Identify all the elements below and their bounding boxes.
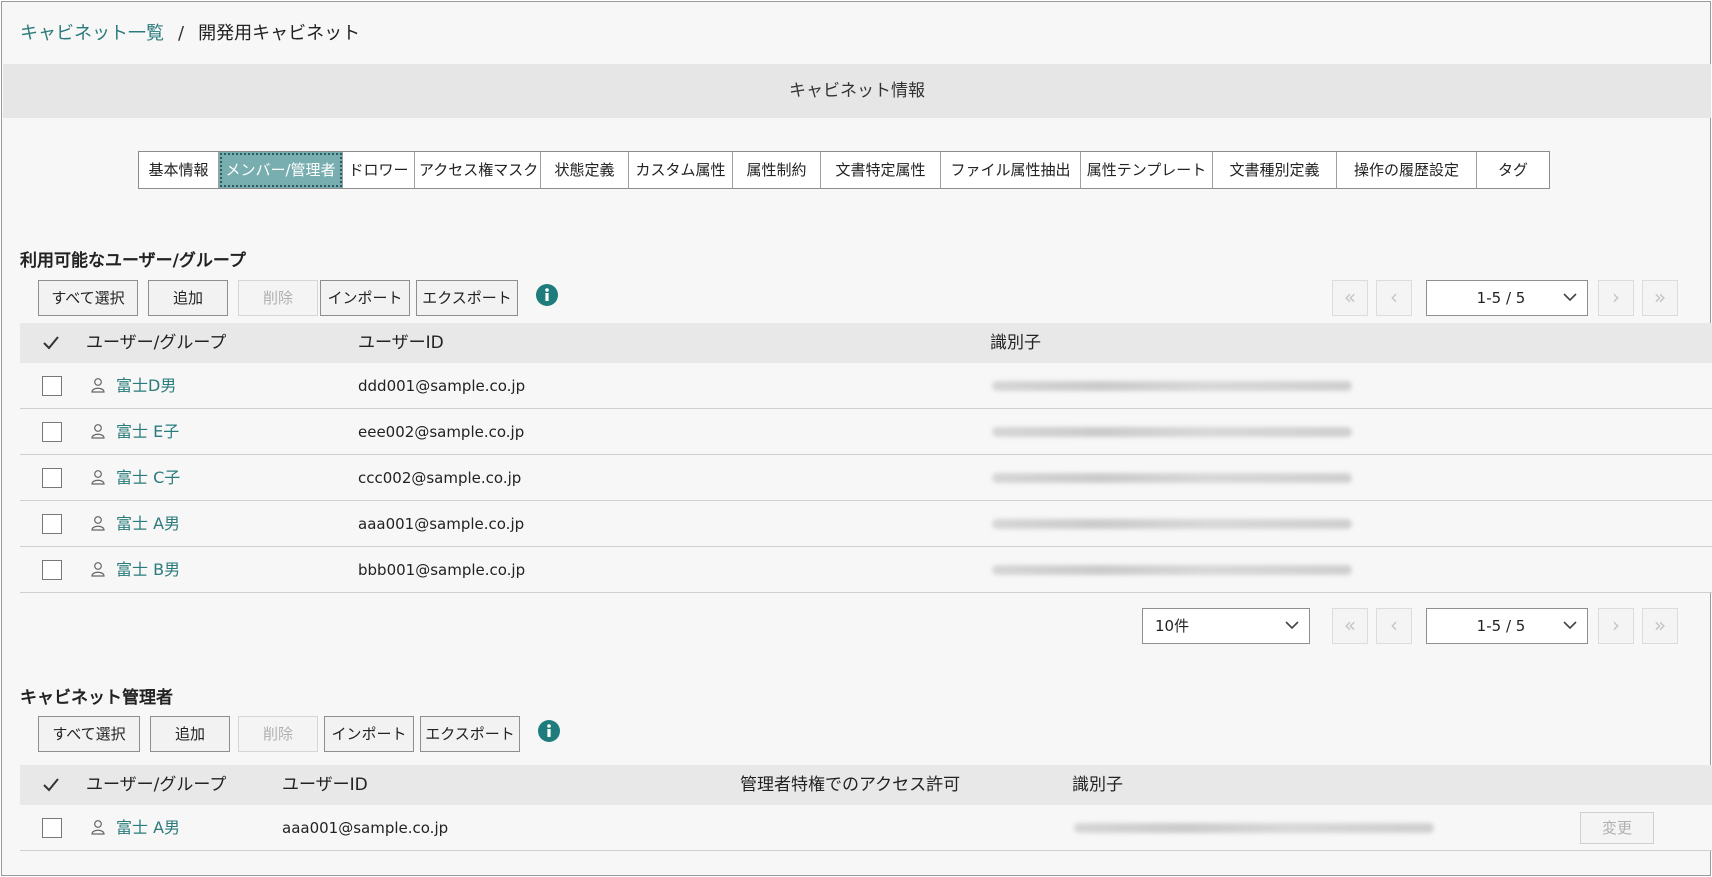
pager-next-button[interactable]: › bbox=[1598, 280, 1634, 316]
checkmark-icon[interactable] bbox=[42, 335, 60, 351]
chevron-down-icon bbox=[1563, 293, 1577, 302]
export-button[interactable]: エクスポート bbox=[416, 280, 518, 316]
page-size-value: 10件 bbox=[1155, 617, 1190, 635]
identifier-redacted bbox=[992, 565, 1352, 575]
row-checkbox[interactable] bbox=[42, 376, 62, 396]
user-name-link[interactable]: 富士 A男 bbox=[116, 805, 180, 851]
tab-bar: 基本情報 メンバー/管理者 ドロワー アクセス権マスク 状態定義 カスタム属性 … bbox=[138, 151, 1550, 189]
select-all-button[interactable]: すべて選択 bbox=[38, 280, 138, 316]
pager-first-button[interactable]: « bbox=[1332, 608, 1368, 644]
person-icon bbox=[91, 516, 105, 531]
table-row[interactable]: 富士 C子 ccc002@sample.co.jp bbox=[20, 455, 1712, 501]
user-id: ccc002@sample.co.jp bbox=[358, 469, 522, 487]
pager-first-button[interactable]: « bbox=[1332, 280, 1368, 316]
user-id: aaa001@sample.co.jp bbox=[358, 515, 525, 533]
column-identifier: 識別子 bbox=[990, 333, 1041, 353]
breadcrumb-separator: / bbox=[178, 23, 185, 44]
user-name-link[interactable]: 富士 B男 bbox=[116, 547, 180, 593]
breadcrumb: キャビネット一覧 / 開発用キャビネット bbox=[20, 22, 360, 46]
tab-file-attribute-extraction[interactable]: ファイル属性抽出 bbox=[941, 152, 1081, 188]
pager-prev-button[interactable]: ‹ bbox=[1376, 280, 1412, 316]
tab-members-managers[interactable]: メンバー/管理者 bbox=[219, 152, 343, 188]
column-user-id: ユーザーID bbox=[282, 775, 368, 795]
row-checkbox[interactable] bbox=[42, 818, 62, 838]
identifier-redacted bbox=[992, 427, 1352, 437]
tab-access-mask[interactable]: アクセス権マスク bbox=[415, 152, 541, 188]
chevron-down-icon bbox=[1285, 621, 1299, 630]
column-admin-privilege: 管理者特権でのアクセス許可 bbox=[740, 775, 961, 795]
chevron-down-icon bbox=[1563, 621, 1577, 630]
identifier-redacted bbox=[992, 381, 1352, 391]
person-icon bbox=[91, 820, 105, 835]
person-icon bbox=[91, 470, 105, 485]
cabinet-managers-table: ユーザー/グループ ユーザーID 管理者特権でのアクセス許可 識別子 富士 A男… bbox=[20, 765, 1712, 851]
tab-attribute-constraints[interactable]: 属性制約 bbox=[733, 152, 821, 188]
manager-export-button[interactable]: エクスポート bbox=[420, 716, 520, 752]
user-id: aaa001@sample.co.jp bbox=[282, 819, 449, 837]
pager-range-select[interactable]: 1-5 / 5 bbox=[1426, 608, 1588, 644]
table-header: ユーザー/グループ ユーザーID 識別子 bbox=[20, 323, 1712, 363]
pager-last-button[interactable]: » bbox=[1642, 608, 1678, 644]
breadcrumb-current: 開発用キャビネット bbox=[198, 23, 361, 44]
pager-prev-button[interactable]: ‹ bbox=[1376, 608, 1412, 644]
pager-range-select[interactable]: 1-5 / 5 bbox=[1426, 280, 1588, 316]
tab-tags[interactable]: タグ bbox=[1477, 152, 1549, 188]
pager-next-button[interactable]: › bbox=[1598, 608, 1634, 644]
available-users-table: ユーザー/グループ ユーザーID 識別子 富士D男 ddd001@sample.… bbox=[20, 323, 1712, 593]
change-button[interactable]: 変更 bbox=[1580, 812, 1654, 844]
person-icon bbox=[91, 562, 105, 577]
user-id: bbb001@sample.co.jp bbox=[358, 561, 526, 579]
identifier-redacted bbox=[992, 473, 1352, 483]
user-id: eee002@sample.co.jp bbox=[358, 423, 525, 441]
tab-document-type-definition[interactable]: 文書種別定義 bbox=[1213, 152, 1337, 188]
breadcrumb-cabinet-list[interactable]: キャビネット一覧 bbox=[20, 22, 164, 46]
table-row[interactable]: 富士D男 ddd001@sample.co.jp bbox=[20, 363, 1712, 409]
delete-button[interactable]: 削除 bbox=[238, 280, 318, 316]
manager-add-button[interactable]: 追加 bbox=[150, 716, 230, 752]
tab-drawer[interactable]: ドロワー bbox=[343, 152, 415, 188]
info-icon[interactable] bbox=[538, 720, 560, 742]
user-id: ddd001@sample.co.jp bbox=[358, 377, 526, 395]
user-name-link[interactable]: 富士 E子 bbox=[116, 409, 179, 455]
column-identifier: 識別子 bbox=[1072, 775, 1123, 795]
table-row[interactable]: 富士 A男 aaa001@sample.co.jp 変更 bbox=[20, 805, 1712, 851]
info-icon[interactable] bbox=[536, 284, 558, 306]
tab-custom-attributes[interactable]: カスタム属性 bbox=[629, 152, 733, 188]
row-checkbox[interactable] bbox=[42, 422, 62, 442]
manager-select-all-button[interactable]: すべて選択 bbox=[38, 716, 140, 752]
person-icon bbox=[91, 424, 105, 439]
tab-basic-info[interactable]: 基本情報 bbox=[139, 152, 219, 188]
user-name-link[interactable]: 富士 A男 bbox=[116, 501, 180, 547]
manager-delete-button[interactable]: 削除 bbox=[238, 716, 318, 752]
table-row[interactable]: 富士 B男 bbb001@sample.co.jp bbox=[20, 547, 1712, 593]
row-checkbox[interactable] bbox=[42, 468, 62, 488]
import-button[interactable]: インポート bbox=[320, 280, 410, 316]
row-checkbox[interactable] bbox=[42, 514, 62, 534]
tab-attribute-template[interactable]: 属性テンプレート bbox=[1081, 152, 1213, 188]
user-name-link[interactable]: 富士 C子 bbox=[116, 455, 180, 501]
identifier-redacted bbox=[992, 519, 1352, 529]
user-name-link[interactable]: 富士D男 bbox=[116, 363, 176, 409]
manager-import-button[interactable]: インポート bbox=[324, 716, 414, 752]
table-row[interactable]: 富士 A男 aaa001@sample.co.jp bbox=[20, 501, 1712, 547]
column-user-group: ユーザー/グループ bbox=[86, 333, 227, 353]
table-header: ユーザー/グループ ユーザーID 管理者特権でのアクセス許可 識別子 bbox=[20, 765, 1712, 805]
column-user-id: ユーザーID bbox=[358, 333, 444, 353]
add-button[interactable]: 追加 bbox=[148, 280, 228, 316]
column-user-group: ユーザー/グループ bbox=[86, 775, 227, 795]
table-row[interactable]: 富士 E子 eee002@sample.co.jp bbox=[20, 409, 1712, 455]
cabinet-managers-title: キャビネット管理者 bbox=[20, 688, 173, 708]
app-frame: キャビネット一覧 / 開発用キャビネット キャビネット情報 基本情報 メンバー/… bbox=[1, 1, 1712, 876]
checkmark-icon[interactable] bbox=[42, 777, 60, 793]
page-size-select[interactable]: 10件 bbox=[1142, 608, 1310, 644]
row-checkbox[interactable] bbox=[42, 560, 62, 580]
pager-last-button[interactable]: » bbox=[1642, 280, 1678, 316]
page-title: キャビネット情報 bbox=[3, 64, 1711, 118]
identifier-redacted bbox=[1074, 823, 1434, 833]
tab-state-definition[interactable]: 状態定義 bbox=[541, 152, 629, 188]
tab-operation-history-settings[interactable]: 操作の履歴設定 bbox=[1337, 152, 1477, 188]
person-icon bbox=[91, 378, 105, 393]
tab-document-specific-attributes[interactable]: 文書特定属性 bbox=[821, 152, 941, 188]
available-users-title: 利用可能なユーザー/グループ bbox=[20, 251, 246, 271]
